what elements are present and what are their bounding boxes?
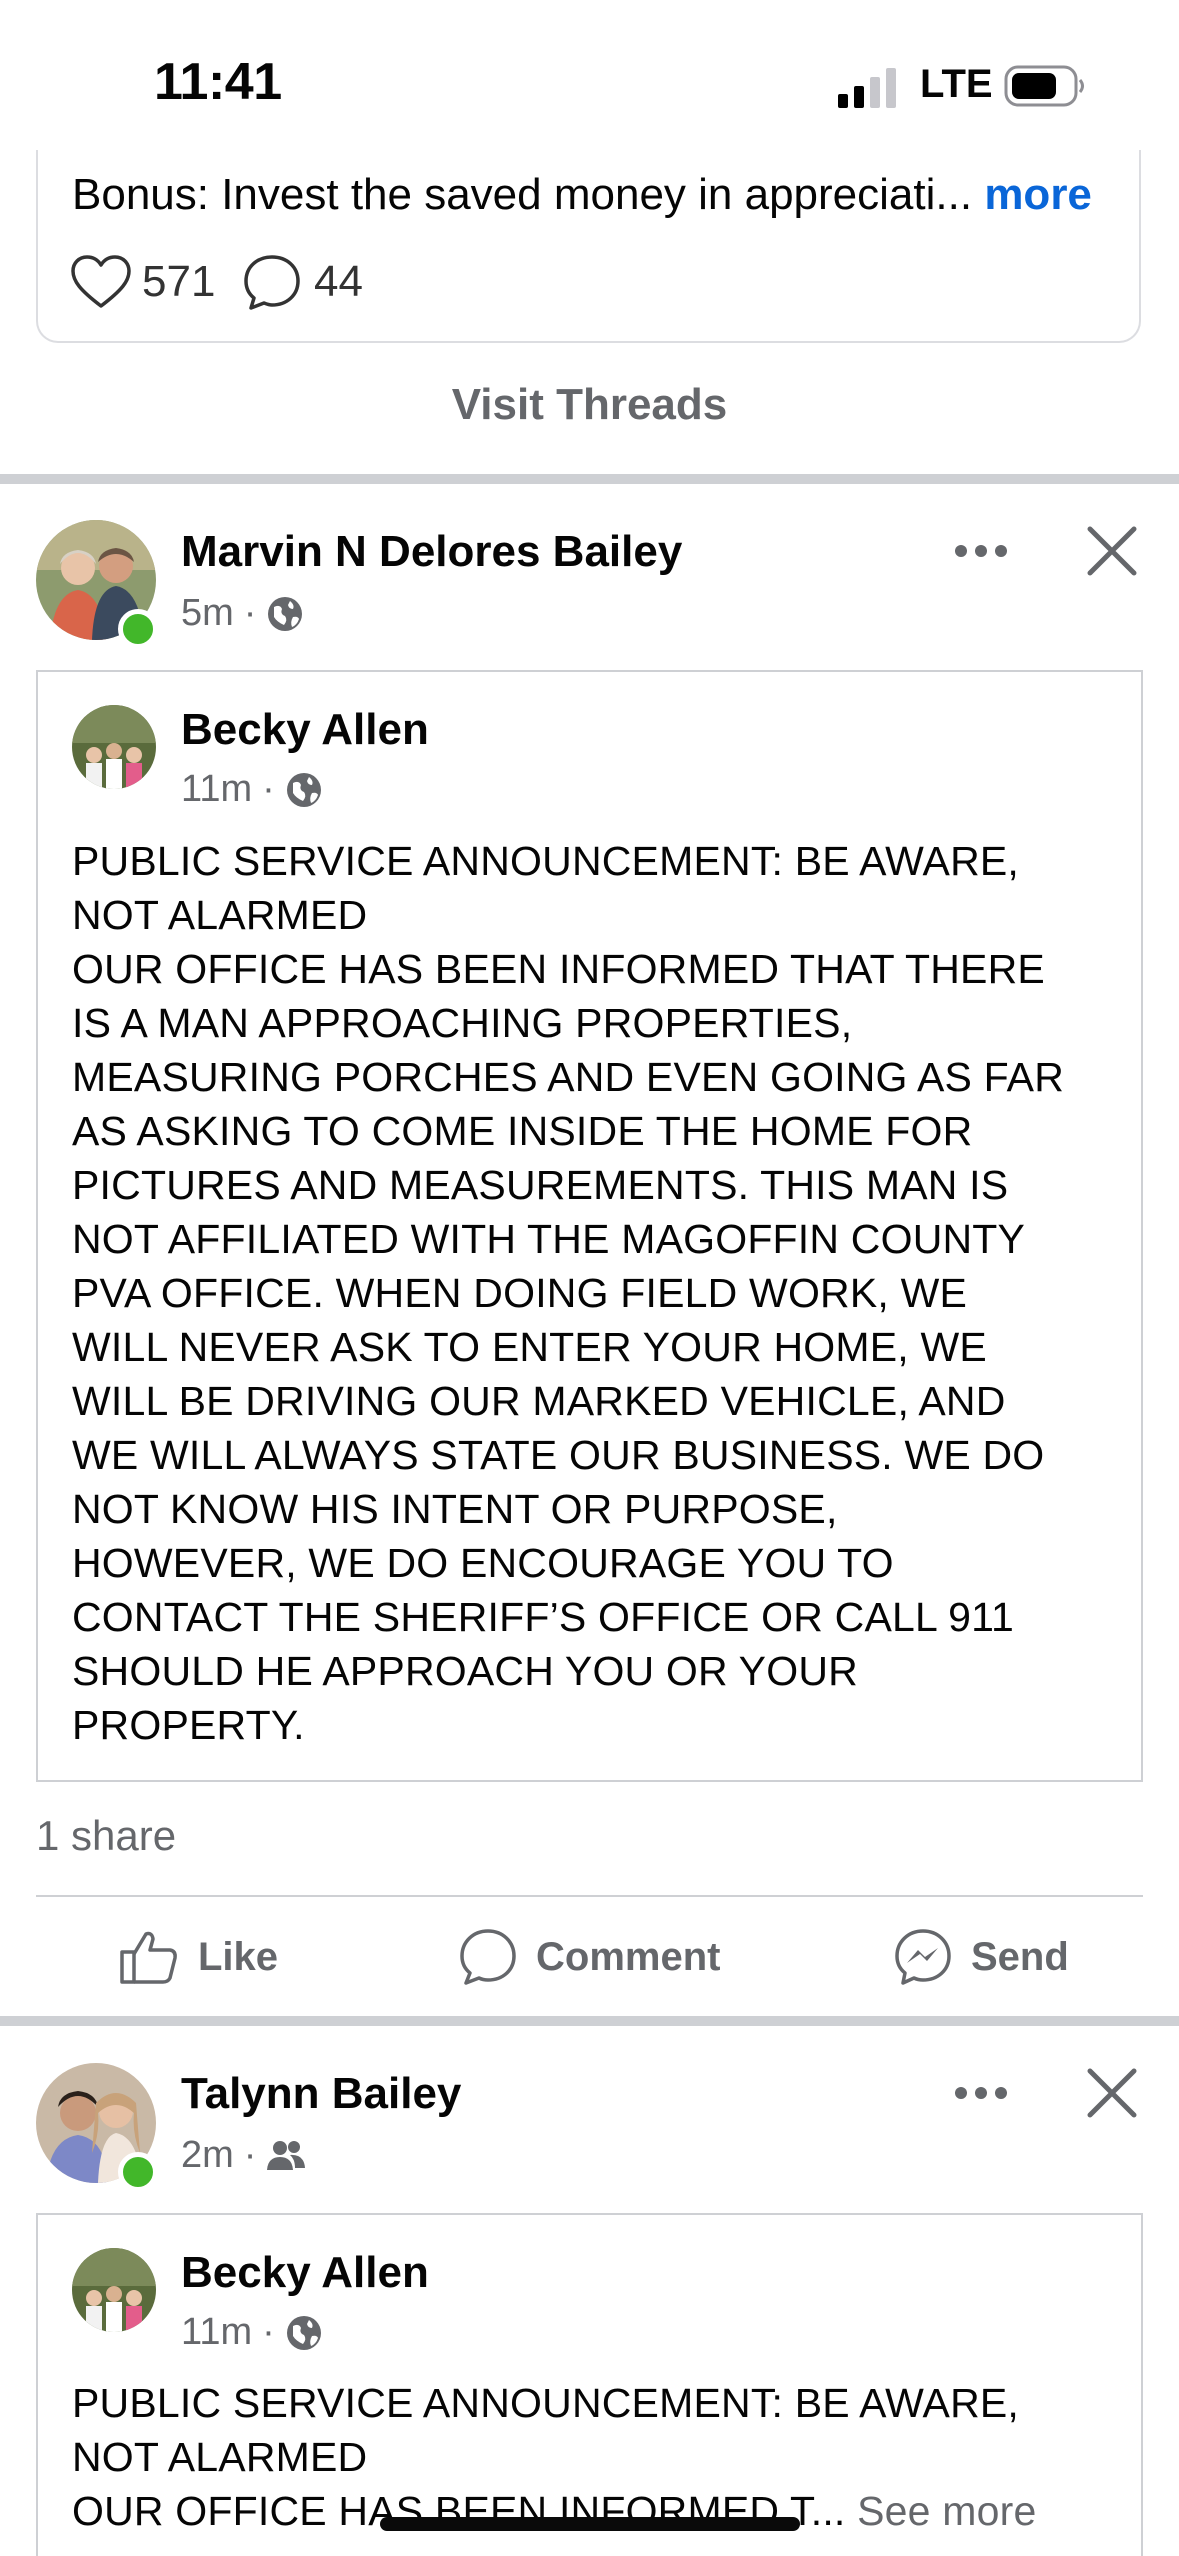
shared-post-text-truncated: PUBLIC SERVICE ANNOUNCEMENT: BE AWARE, N… (72, 2376, 1132, 2538)
post-time: 5m (181, 592, 234, 634)
comment-icon (460, 1929, 516, 1985)
network-type: LTE (920, 62, 993, 106)
comment-button[interactable]: Comment (458, 1922, 720, 1992)
shared-avatar[interactable] (72, 705, 156, 789)
threads-likes[interactable]: 571 (70, 254, 215, 310)
meta-separator: · (243, 2134, 257, 2176)
online-status-indicator (118, 609, 158, 649)
home-indicator[interactable] (380, 2517, 800, 2531)
visit-threads-link[interactable]: Visit Threads (0, 380, 1179, 430)
online-status-indicator (118, 2152, 158, 2192)
comment-label: Comment (536, 1934, 721, 1979)
see-more-link[interactable]: See more (857, 2488, 1036, 2534)
post-author-name[interactable]: Talynn Bailey (181, 2069, 461, 2119)
shared-author-name[interactable]: Becky Allen (181, 705, 429, 755)
like-label: Like (198, 1934, 279, 1979)
friends-icon (267, 2140, 306, 2170)
threads-post-snippet: Bonus: Invest the saved money in appreci… (72, 170, 973, 219)
threads-post-text: Bonus: Invest the saved money in appreci… (72, 170, 1092, 220)
shared-meta: 11m · (181, 2311, 323, 2354)
threads-comments[interactable]: 44 (242, 254, 363, 310)
shared-time: 11m (181, 768, 253, 810)
status-time: 11:41 (154, 53, 282, 111)
close-icon[interactable] (1086, 525, 1138, 577)
thumbs-up-icon (120, 1931, 177, 1984)
more-options-icon[interactable] (953, 2085, 1009, 2101)
post-meta: 2m · (181, 2134, 306, 2177)
send-label: Send (971, 1934, 1069, 1979)
post-author-name[interactable]: Marvin N Delores Bailey (181, 527, 682, 577)
shared-avatar-photo (72, 705, 156, 789)
meta-separator: · (262, 768, 275, 810)
heart-icon (71, 255, 131, 308)
more-options-icon[interactable] (953, 543, 1009, 559)
cellular-signal-icon (838, 68, 896, 108)
shared-post-text: PUBLIC SERVICE ANNOUNCEMENT: BE AWARE, N… (72, 838, 1065, 1748)
shared-author-name[interactable]: Becky Allen (181, 2248, 429, 2298)
shared-time: 11m (181, 2311, 253, 2353)
share-count[interactable]: 1 share (36, 1812, 176, 1860)
post-meta: 5m · (181, 592, 304, 635)
shared-avatar-photo (72, 2248, 156, 2332)
battery-icon (1004, 65, 1084, 107)
send-button[interactable]: Send (893, 1922, 1069, 1992)
messenger-icon (895, 1929, 951, 1985)
feed-divider (0, 474, 1179, 484)
like-button[interactable]: Like (118, 1922, 278, 1992)
comments-count: 44 (314, 257, 363, 306)
close-icon[interactable] (1086, 2067, 1138, 2119)
post-time: 2m (181, 2134, 234, 2176)
actions-divider (36, 1895, 1143, 1897)
shared-avatar[interactable] (72, 2248, 156, 2332)
meta-separator: · (262, 2311, 275, 2353)
globe-icon (268, 596, 303, 631)
globe-icon (286, 2315, 321, 2350)
likes-count: 571 (142, 257, 216, 306)
globe-icon (286, 772, 321, 807)
more-link[interactable]: more (984, 170, 1092, 219)
comment-bubble-icon (244, 255, 300, 310)
meta-separator: · (243, 592, 257, 634)
feed-divider (0, 2016, 1179, 2026)
shared-meta: 11m · (181, 768, 323, 811)
